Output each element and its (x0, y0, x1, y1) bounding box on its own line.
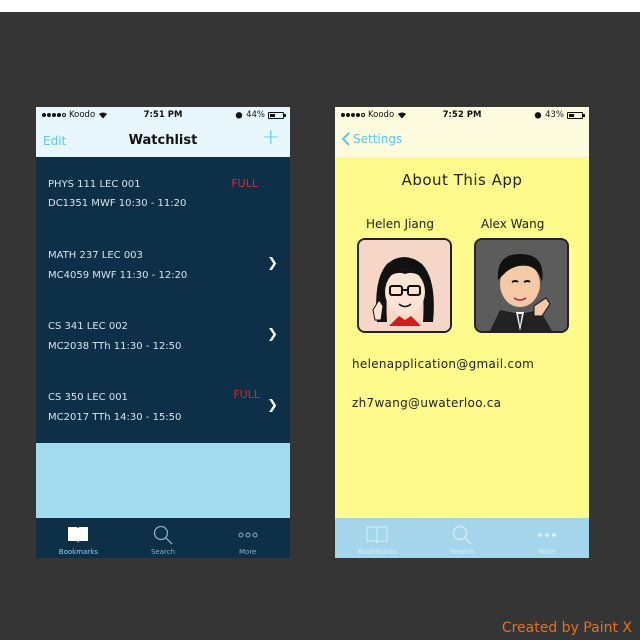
course-details: DC1351 MWF 10:30 - 11:20 (48, 198, 187, 209)
developer-name: Helen Jiang (366, 217, 434, 231)
chevron-right-icon: ❯ (267, 256, 278, 271)
chevron-left-icon (341, 132, 350, 146)
watchlist-screen: Koodo 7:51 PM 44% Edit Watchlist + PHYS … (36, 107, 290, 558)
course-title: PHYS 111 LEC 001 (48, 179, 141, 190)
carrier-label: Koodo (368, 110, 395, 120)
list-item[interactable]: PHYS 111 LEC 001 DC1351 MWF 10:30 - 11:2… (36, 157, 290, 228)
tab-label: Bookmarks (357, 548, 397, 556)
course-title: CS 341 LEC 002 (48, 321, 128, 332)
tab-label: Bookmarks (58, 548, 98, 556)
full-badge: FULL (233, 388, 260, 401)
tab-label: More (239, 548, 257, 556)
list-item[interactable]: MATH 237 LEC 003 MC4059 MWF 11:30 - 12:2… (36, 228, 290, 299)
alarm-icon (534, 112, 542, 119)
course-title: MATH 237 LEC 003 (48, 250, 143, 261)
back-label: Settings (353, 132, 403, 146)
girl-avatar-icon (359, 240, 450, 331)
battery-icon (268, 111, 287, 119)
more-icon (238, 532, 258, 538)
tab-label: Search (150, 548, 176, 556)
course-details: MC2038 TTh 11:30 - 12:50 (48, 341, 182, 352)
search-icon (153, 525, 173, 545)
tab-more[interactable]: More (205, 518, 290, 558)
list-item[interactable]: CS 341 LEC 002 MC2038 TTh 11:30 - 12:50 … (36, 299, 290, 370)
chevron-right-icon: ❯ (267, 327, 278, 342)
add-course-button[interactable]: + (262, 127, 280, 149)
tab-label: More (538, 548, 556, 556)
signal-icon (341, 113, 365, 117)
course-title: CS 350 LEC 001 (48, 392, 128, 403)
developer-name: Alex Wang (481, 217, 545, 231)
book-icon (366, 526, 388, 544)
page-title: Watchlist (128, 133, 198, 148)
wifi-icon (398, 112, 407, 119)
signal-icon (42, 113, 66, 117)
tab-bookmarks[interactable]: Bookmarks (36, 518, 121, 558)
tab-more[interactable]: More (504, 518, 589, 558)
tab-bar: Bookmarks Search More (335, 518, 589, 558)
status-bar: Koodo 7:51 PM 44% (36, 107, 290, 123)
battery-percent: 43% (545, 110, 565, 120)
book-icon (68, 527, 89, 543)
course-details: MC4059 MWF 11:30 - 12:20 (48, 270, 188, 281)
back-button[interactable]: Settings (341, 132, 402, 146)
list-item[interactable]: CS 350 LEC 001 MC2017 TTh 14:30 - 15:50 … (36, 370, 290, 441)
battery-icon (567, 111, 586, 119)
status-time: 7:52 PM (442, 110, 482, 120)
status-bar: Koodo 7:52 PM 43% (335, 107, 589, 123)
about-screen: Koodo 7:52 PM 43% Settings About This Ap… (335, 107, 589, 558)
credit-watermark: Created by Paint X (501, 620, 632, 636)
tab-bar: Bookmarks Search More (36, 518, 290, 558)
watchlist: PHYS 111 LEC 001 DC1351 MWF 10:30 - 11:2… (36, 157, 290, 441)
alarm-icon (235, 112, 243, 119)
boy-avatar-icon (476, 240, 567, 331)
carrier-label: Koodo (69, 110, 96, 120)
more-icon (537, 533, 556, 537)
avatar (474, 238, 569, 333)
search-icon (452, 525, 472, 545)
email-link[interactable]: helenapplication@gmail.com (352, 357, 534, 371)
navigation-bar: Koodo 7:51 PM 44% Edit Watchlist + (36, 107, 290, 157)
tab-label: Search (449, 548, 475, 556)
tab-bookmarks[interactable]: Bookmarks (335, 518, 420, 558)
navigation-bar: Koodo 7:52 PM 43% Settings (335, 107, 589, 157)
status-time: 7:51 PM (143, 110, 183, 120)
wifi-icon (99, 112, 108, 119)
email-link[interactable]: zh7wang@uwaterloo.ca (352, 396, 501, 410)
course-details: MC2017 TTh 14:30 - 15:50 (48, 412, 182, 423)
empty-list-area (36, 443, 290, 518)
tab-search[interactable]: Search (121, 518, 206, 558)
avatar (357, 238, 452, 333)
full-badge: FULL (231, 177, 258, 190)
tab-search[interactable]: Search (420, 518, 505, 558)
chevron-right-icon: ❯ (267, 398, 278, 413)
about-title: About This App (401, 171, 523, 189)
battery-percent: 44% (246, 110, 266, 120)
